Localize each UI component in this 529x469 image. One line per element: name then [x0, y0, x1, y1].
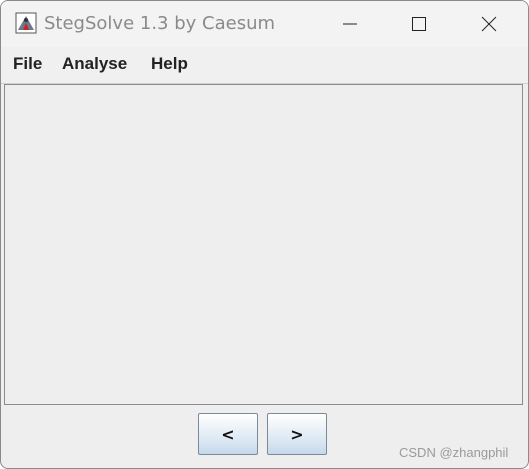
title-bar[interactable]: StegSolve 1.3 by Caesum: [1, 1, 528, 47]
menu-file[interactable]: File: [13, 54, 42, 74]
menu-bar: File Analyse Help: [1, 47, 528, 84]
maximize-button[interactable]: [384, 1, 454, 47]
close-icon: [481, 16, 497, 32]
maximize-icon: [412, 17, 426, 31]
minimize-button[interactable]: [315, 1, 385, 47]
previous-button[interactable]: <: [198, 413, 258, 455]
close-button[interactable]: [454, 1, 524, 47]
java-app-icon: [15, 12, 37, 34]
image-display-panel: [4, 84, 523, 405]
watermark-text: CSDN @zhangphil: [399, 445, 509, 460]
menu-help[interactable]: Help: [151, 54, 188, 74]
window-title: StegSolve 1.3 by Caesum: [44, 13, 276, 34]
menu-analyse[interactable]: Analyse: [62, 54, 127, 74]
next-button[interactable]: >: [267, 413, 327, 455]
minimize-icon: [343, 23, 357, 25]
main-window: StegSolve 1.3 by Caesum File Analyse Hel…: [0, 0, 529, 469]
